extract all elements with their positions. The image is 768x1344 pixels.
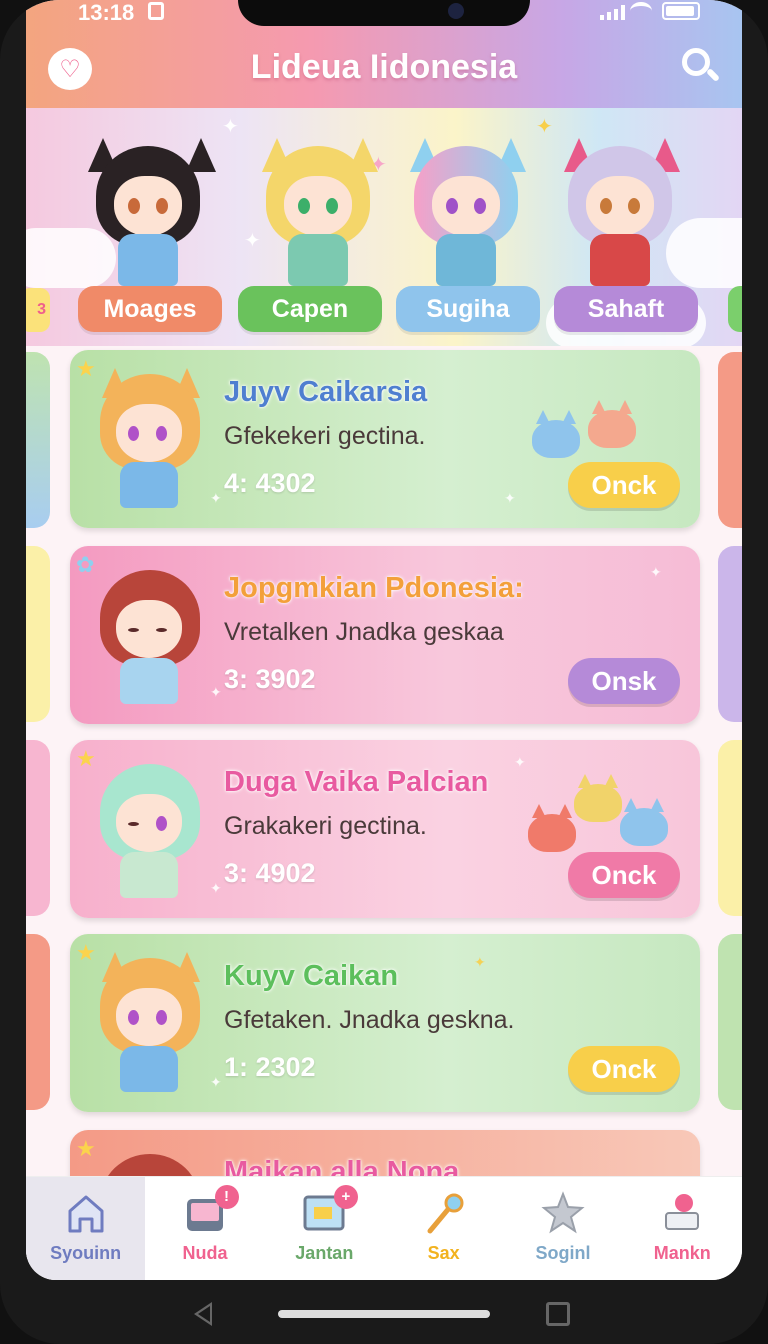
- character-name: Duga Vaika Palcian: [224, 766, 489, 798]
- system-navigation-bar: [0, 1280, 768, 1344]
- camera-icon: [448, 3, 464, 19]
- character-name: Juyv Caikarsia: [224, 376, 428, 408]
- pet-illustration: [528, 776, 678, 856]
- nav-item-mankn[interactable]: Mankn: [623, 1177, 742, 1280]
- card-action-button[interactable]: Onck: [568, 852, 680, 898]
- phone-frame: 13:18 ♡ Lideua Iidonesia ✦ ✦ ✦ ✦ 3 Moage…: [0, 0, 768, 1344]
- side-card-peek[interactable]: [718, 352, 742, 528]
- character-stat: 4: 4302: [224, 468, 316, 498]
- character-card[interactable]: ✿ ✦ ✦ Jopgmkian Pdonesia: Vretalken Jnadk…: [70, 546, 700, 724]
- camera-notch: [238, 0, 530, 26]
- battery-icon: [662, 2, 700, 20]
- character-banner: ✦ ✦ ✦ ✦ 3 Moages Capen Sugiha Sahaft: [26, 108, 742, 346]
- pet-illustration: [528, 390, 678, 470]
- character-stat: 1: 2302: [224, 1052, 316, 1082]
- magic-wand-icon: [427, 1193, 464, 1234]
- card-action-button[interactable]: Onck: [568, 462, 680, 508]
- character-stat: 3: 4902: [224, 858, 316, 888]
- category-chip-sugiha[interactable]: Sugiha: [396, 286, 540, 332]
- nav-item-soginl[interactable]: Soginl: [503, 1177, 622, 1280]
- character-list: ★ ✦ ✦ Juyv Caikarsia Gfekekeri gectina. 4…: [26, 346, 742, 1176]
- side-card-peek[interactable]: [26, 740, 50, 916]
- nav-label: Mankn: [653, 1243, 711, 1263]
- side-card-peek[interactable]: [26, 546, 50, 722]
- card-action-button[interactable]: Onsk: [568, 658, 680, 704]
- character-portrait[interactable]: [396, 138, 536, 288]
- character-avatar: [86, 562, 214, 712]
- star-icon: [541, 1191, 585, 1234]
- gift-icon: [665, 1194, 700, 1230]
- character-portrait[interactable]: [248, 138, 388, 288]
- home-gesture-bar[interactable]: [278, 1310, 490, 1318]
- character-name: Jopgmkian Pdonesia:: [224, 572, 524, 604]
- character-card[interactable]: ★ ✦ ✦ Juyv Caikarsia Gfekekeri gectina. 4…: [70, 350, 700, 528]
- side-card-peek[interactable]: [26, 352, 50, 528]
- nav-label: Sax: [427, 1243, 460, 1263]
- lock-icon: [148, 2, 164, 20]
- wifi-icon: [630, 2, 652, 20]
- category-chip-capen[interactable]: Capen: [238, 286, 382, 332]
- nav-item-sax[interactable]: Sax: [384, 1177, 503, 1280]
- app-title: Lideua Iidonesia: [250, 48, 518, 86]
- home-icon: [68, 1195, 104, 1233]
- edge-badge: 3: [26, 288, 50, 332]
- nav-label: Soginl: [535, 1243, 591, 1263]
- nav-item-jantan[interactable]: + Jantan: [265, 1177, 384, 1280]
- nav-label: Nuda: [182, 1243, 228, 1263]
- side-card-peek[interactable]: [26, 934, 50, 1110]
- character-avatar: [86, 950, 214, 1100]
- character-portrait[interactable]: [78, 138, 218, 288]
- app-header: ♡ Lideua Iidonesia: [26, 30, 742, 108]
- search-icon[interactable]: [680, 46, 721, 86]
- side-card-peek[interactable]: [718, 740, 742, 916]
- add-badge: +: [333, 1185, 358, 1209]
- side-card-peek[interactable]: [718, 934, 742, 1110]
- nav-item-home[interactable]: Syouinn: [26, 1177, 146, 1280]
- category-chip-moages[interactable]: Moages: [78, 286, 222, 332]
- status-time: 13:18: [78, 0, 135, 25]
- character-card[interactable]: ★ ✦ ✦ Duga Vaika Palcian Grakakeri gectin…: [70, 740, 700, 918]
- category-chip-sahaft[interactable]: Sahaft: [554, 286, 698, 332]
- character-avatar: [86, 756, 214, 906]
- nav-label: Jantan: [295, 1243, 354, 1263]
- character-description: Gfetaken. Jnadka geskna.: [224, 1006, 515, 1034]
- character-card[interactable]: ★ ✦ ✦ Kuyv Caikan Gfetaken. Jnadka geskna…: [70, 934, 700, 1112]
- bottom-navigation: Syouinn ! Nuda + Jantan Sax Soginl Mankn: [26, 1176, 742, 1280]
- character-avatar: [86, 1146, 214, 1176]
- category-chip-partial[interactable]: [728, 286, 742, 332]
- nav-label: Syouinn: [50, 1243, 122, 1263]
- character-name: Maikan alla Nona: [224, 1156, 460, 1176]
- character-description: Gfekekeri gectina.: [224, 422, 426, 450]
- card-action-button[interactable]: Onck: [568, 1046, 680, 1092]
- back-icon[interactable]: [194, 1302, 212, 1326]
- nav-item-nuda[interactable]: ! Nuda: [145, 1177, 264, 1280]
- character-description: Grakakeri gectina.: [224, 812, 427, 840]
- character-avatar: [86, 366, 214, 516]
- notification-badge: !: [214, 1185, 239, 1209]
- character-card[interactable]: ★ Maikan alla Nona: [70, 1130, 700, 1176]
- character-description: Vretalken Jnadka geskaa: [224, 618, 504, 646]
- recent-apps-icon[interactable]: [546, 1302, 570, 1326]
- character-name: Kuyv Caikan: [224, 960, 399, 992]
- character-stat: 3: 3902: [224, 664, 316, 694]
- app-screen: 13:18 ♡ Lideua Iidonesia ✦ ✦ ✦ ✦ 3 Moage…: [26, 0, 742, 1280]
- signal-icon: [600, 4, 625, 20]
- side-card-peek[interactable]: [718, 546, 742, 722]
- character-portrait[interactable]: [550, 138, 690, 288]
